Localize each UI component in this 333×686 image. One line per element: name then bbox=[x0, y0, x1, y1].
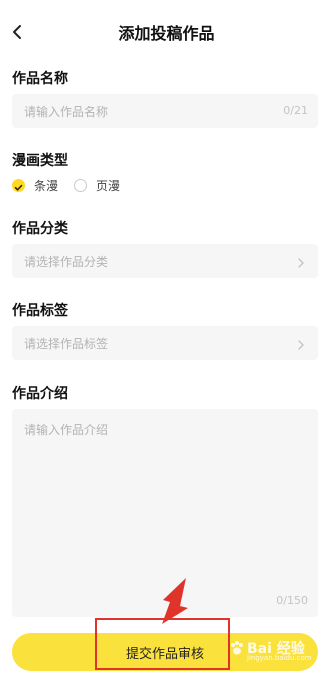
pointer-arrow-icon bbox=[162, 578, 188, 624]
highlight-box bbox=[95, 618, 230, 670]
check-icon bbox=[12, 179, 25, 192]
chevron-right-icon bbox=[298, 340, 304, 350]
top-bar: 添加投稿作品 bbox=[0, 0, 333, 62]
watermark-domain: jingyan.baidu.com bbox=[247, 654, 312, 662]
type-label: 漫画类型 bbox=[12, 153, 68, 169]
type-radio-group: 条漫 页漫 bbox=[12, 176, 212, 196]
page-title: 添加投稿作品 bbox=[118, 24, 215, 43]
radio-yeman[interactable]: 页漫 bbox=[74, 176, 134, 196]
name-placeholder: 请输入作品名称 bbox=[24, 105, 109, 119]
intro-counter: 0/150 bbox=[276, 594, 308, 607]
baidu-jingyan-watermark: Bai 经验 jingyan.baidu.com bbox=[229, 636, 325, 662]
name-counter: 0/21 bbox=[283, 104, 308, 117]
tag-select[interactable]: 请选择作品标签 bbox=[12, 326, 318, 360]
chevron-right-icon bbox=[298, 258, 304, 268]
radio-yeman-label: 页漫 bbox=[96, 179, 121, 193]
tag-placeholder: 请选择作品标签 bbox=[24, 337, 109, 351]
radio-tiaoman-label: 条漫 bbox=[34, 179, 59, 193]
name-label: 作品名称 bbox=[12, 71, 68, 87]
category-select[interactable]: 请选择作品分类 bbox=[12, 244, 318, 278]
intro-placeholder: 请输入作品介绍 bbox=[24, 423, 109, 437]
tag-label: 作品标签 bbox=[12, 303, 68, 319]
category-placeholder: 请选择作品分类 bbox=[24, 255, 109, 269]
name-input[interactable]: 请输入作品名称 0/21 bbox=[12, 94, 318, 128]
intro-label: 作品介绍 bbox=[12, 386, 68, 402]
radio-tiaoman[interactable]: 条漫 bbox=[12, 176, 72, 196]
category-label: 作品分类 bbox=[12, 221, 68, 237]
radio-empty-icon bbox=[74, 179, 87, 192]
paw-logo-icon bbox=[231, 641, 243, 655]
